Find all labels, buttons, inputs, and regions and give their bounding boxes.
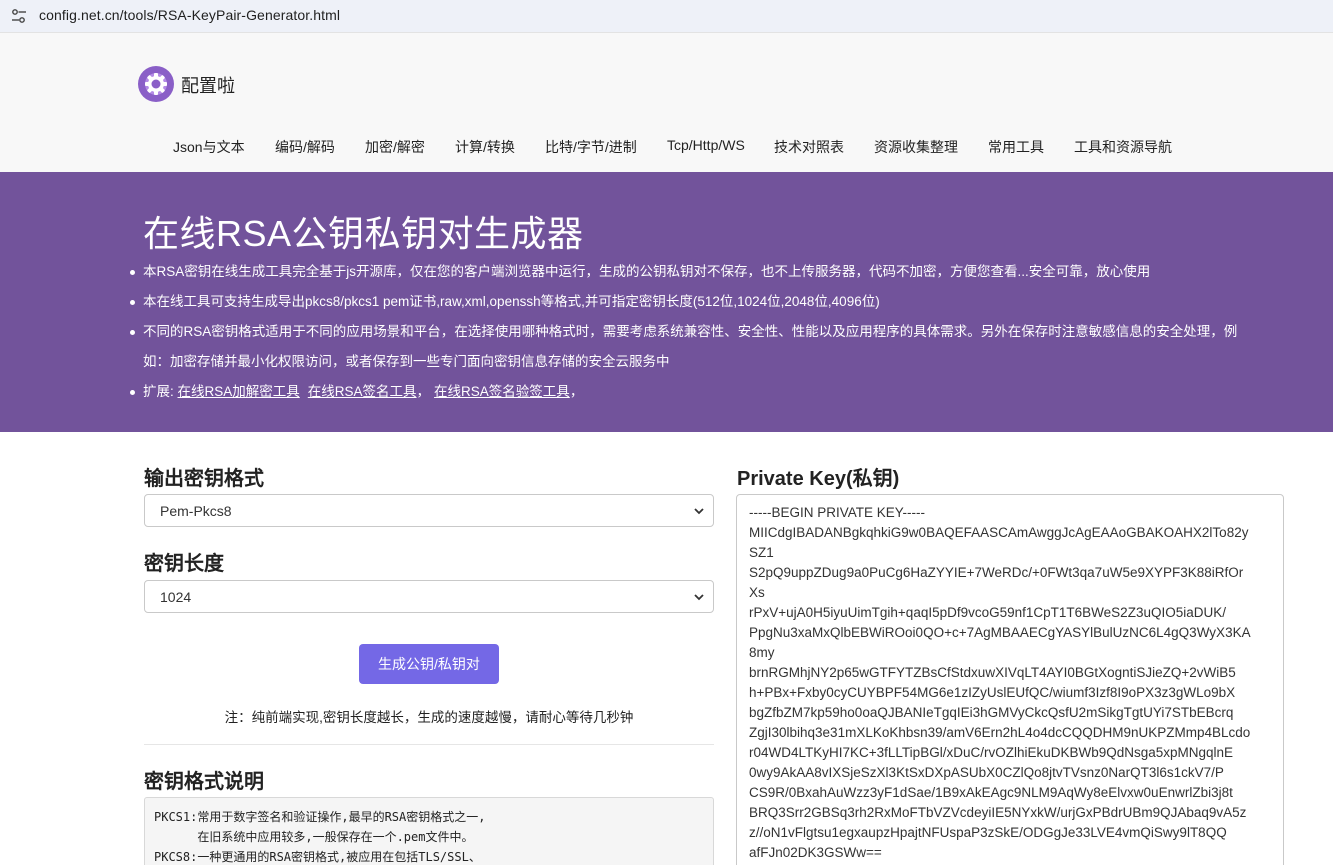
url-text[interactable]: config.net.cn/tools/RSA-KeyPair-Generato…: [39, 7, 340, 23]
gear-logo-icon[interactable]: [138, 66, 174, 102]
key-line: -----BEGIN PRIVATE KEY-----: [749, 505, 926, 520]
generation-note: 注：纯前端实现,密钥长度越长，生成的速度越慢，请耐心等待几秒钟: [224, 710, 634, 725]
length-title: 密钥长度: [144, 553, 224, 575]
nav-item-resources[interactable]: 资源收集整理: [874, 137, 958, 157]
key-line: 8my: [749, 645, 775, 660]
key-line: Xs: [749, 585, 765, 600]
list-item: 本RSA密钥在线生成工具完全基于js开源库，仅在您的客户端浏览器中运行，生成的公…: [129, 257, 1151, 287]
chevron-down-icon: [694, 594, 704, 601]
list-item: 本在线工具可支持生成导出pkcs8/pkcs1 pem证书,raw,xml,op…: [130, 287, 880, 317]
nav-item-tcp[interactable]: Tcp/Http/WS: [667, 137, 745, 153]
nav-item-navigation[interactable]: 工具和资源导航: [1074, 137, 1172, 157]
key-line: S2pQ9uppZDug9a0PuCg6HaZYYIE+7WeRDc/+0FWt…: [749, 565, 1244, 580]
bullet-text: 不同的RSA密钥格式适用于不同的应用场景和平台，在选择使用哪种格式时，需要考虑系…: [143, 324, 1238, 339]
format-title: 输出密钥格式: [144, 468, 264, 490]
explain-line: PKCS8:一种更通用的RSA密钥格式,被应用在包括TLS/SSL、: [154, 850, 481, 864]
generate-keypair-button[interactable]: 生成公钥/私钥对: [359, 644, 499, 684]
page-title: 在线RSA公钥私钥对生成器: [143, 213, 584, 254]
link-rsa-verify[interactable]: 在线RSA签名验签工具: [434, 384, 570, 399]
separator: ，: [416, 384, 431, 399]
key-line: PpgNu3xaMxQlbEBWiROoi0QO+c+7AgMBAAECgYAS…: [749, 625, 1251, 640]
length-select[interactable]: 1024: [144, 580, 714, 613]
bullet-text: 本RSA密钥在线生成工具完全基于js开源库，仅在您的客户端浏览器中运行，生成的公…: [143, 264, 1151, 279]
brand-name[interactable]: 配置啦: [181, 72, 235, 98]
separator: ，: [569, 384, 584, 399]
private-key-title: Private Key(私钥): [737, 468, 900, 490]
list-item-continued: 如：加密存储并最小化权限访问，或者保存到一些专门面向密钥信息存储的安全云服务中: [143, 347, 670, 377]
explain-title: 密钥格式说明: [144, 771, 264, 793]
key-line: bgZfbZM7kp59ho0oaQJBANIeTgqIEi3hGMVyCkcQ…: [749, 705, 1234, 720]
key-line: 0wy9AkAA8vIXSjeSzXl3KtSxDXpASUbX0CZlQo8j…: [749, 765, 1224, 780]
divider: [144, 744, 714, 745]
key-line: r04WD4LTKyHI7KC+3fLLTipBGl/xDuC/rvOZlhiE…: [749, 745, 1234, 760]
list-item-extensions: 扩展: 在线RSA加解密工具 在线RSA签名工具， 在线RSA签名验签工具，: [129, 377, 584, 407]
format-explanation-box[interactable]: PKCS1:常用于数字签名和验证操作,最早的RSA密钥格式之一, 在旧系统中应用…: [144, 797, 714, 865]
key-line: afFJn02DK3GSWw==: [749, 845, 882, 860]
browser-address-bar: config.net.cn/tools/RSA-KeyPair-Generato…: [0, 0, 1333, 33]
nav-item-json[interactable]: Json与文本: [173, 137, 245, 157]
key-line: z//oN1vFlgtsu1egxaupzHpajtNFUspaP3zSkE/O…: [749, 825, 1227, 840]
site-header: 配置啦 Json与文本 编码/解码 加密/解密 计算/转换 比特/字节/进制 T…: [0, 33, 1333, 172]
key-line: brnRGMhjNY2p65wGTFYTZBsCfStdxuwXIVqLT4AY…: [749, 665, 1236, 680]
explain-line: 在旧系统中应用较多,一般保存在一个.pem文件中。: [154, 830, 474, 844]
nav-item-encode[interactable]: 编码/解码: [275, 137, 335, 157]
explain-line: PKCS1:常用于数字签名和验证操作,最早的RSA密钥格式之一,: [154, 810, 486, 824]
key-line: rPxV+ujA0H5iyuUimTgih+qaqI5pDf9vcoG59nf1…: [749, 605, 1226, 620]
key-line: MIICdgIBADANBgkqhkiG9w0BAQEFAASCAmAwggJc…: [749, 525, 1249, 540]
key-line: BRQ3Srr2GBSq3rh2RxMoFTbVZVcdeyiIE5NYxkW/…: [749, 805, 1247, 820]
nav-item-bits[interactable]: 比特/字节/进制: [545, 137, 637, 157]
format-select-value: Pem-Pkcs8: [160, 503, 232, 519]
ext-prefix: 扩展:: [143, 384, 178, 399]
format-select[interactable]: Pem-Pkcs8: [144, 494, 714, 527]
key-line: ZgjI30lbihq3e31mXLKoKhbsn39/amV6Ern2hL4o…: [749, 725, 1251, 740]
bullet-text: 如：加密存储并最小化权限访问，或者保存到一些专门面向密钥信息存储的安全云服务中: [143, 354, 670, 369]
key-line: CS9R/0BxahAuWzz3yF1dSae/1B9xAkEAgc9NLM9A…: [749, 785, 1233, 800]
nav-item-crypto[interactable]: 加密/解密: [365, 137, 425, 157]
nav-item-calc[interactable]: 计算/转换: [455, 137, 515, 157]
hero-banner: 在线RSA公钥私钥对生成器 本RSA密钥在线生成工具完全基于js开源库，仅在您的…: [0, 172, 1333, 432]
bullet-text: 本在线工具可支持生成导出pkcs8/pkcs1 pem证书,raw,xml,op…: [143, 294, 880, 309]
link-rsa-sign[interactable]: 在线RSA签名工具: [308, 384, 417, 399]
private-key-textarea[interactable]: -----BEGIN PRIVATE KEY----- MIICdgIBADAN…: [736, 494, 1284, 865]
chevron-down-icon: [694, 508, 704, 515]
key-line: SZ1: [749, 545, 774, 560]
nav-item-tables[interactable]: 技术对照表: [774, 137, 844, 157]
tune-icon[interactable]: [11, 8, 27, 24]
list-item: 不同的RSA密钥格式适用于不同的应用场景和平台，在选择使用哪种格式时，需要考虑系…: [129, 317, 1238, 347]
length-select-value: 1024: [160, 589, 192, 605]
key-line: h+PBx+Fxby0cyCUYBPF54MG6e1zIZyUslEUfQC/w…: [749, 685, 1236, 700]
link-rsa-encrypt[interactable]: 在线RSA加解密工具: [178, 384, 300, 399]
nav-item-tools[interactable]: 常用工具: [988, 137, 1044, 157]
